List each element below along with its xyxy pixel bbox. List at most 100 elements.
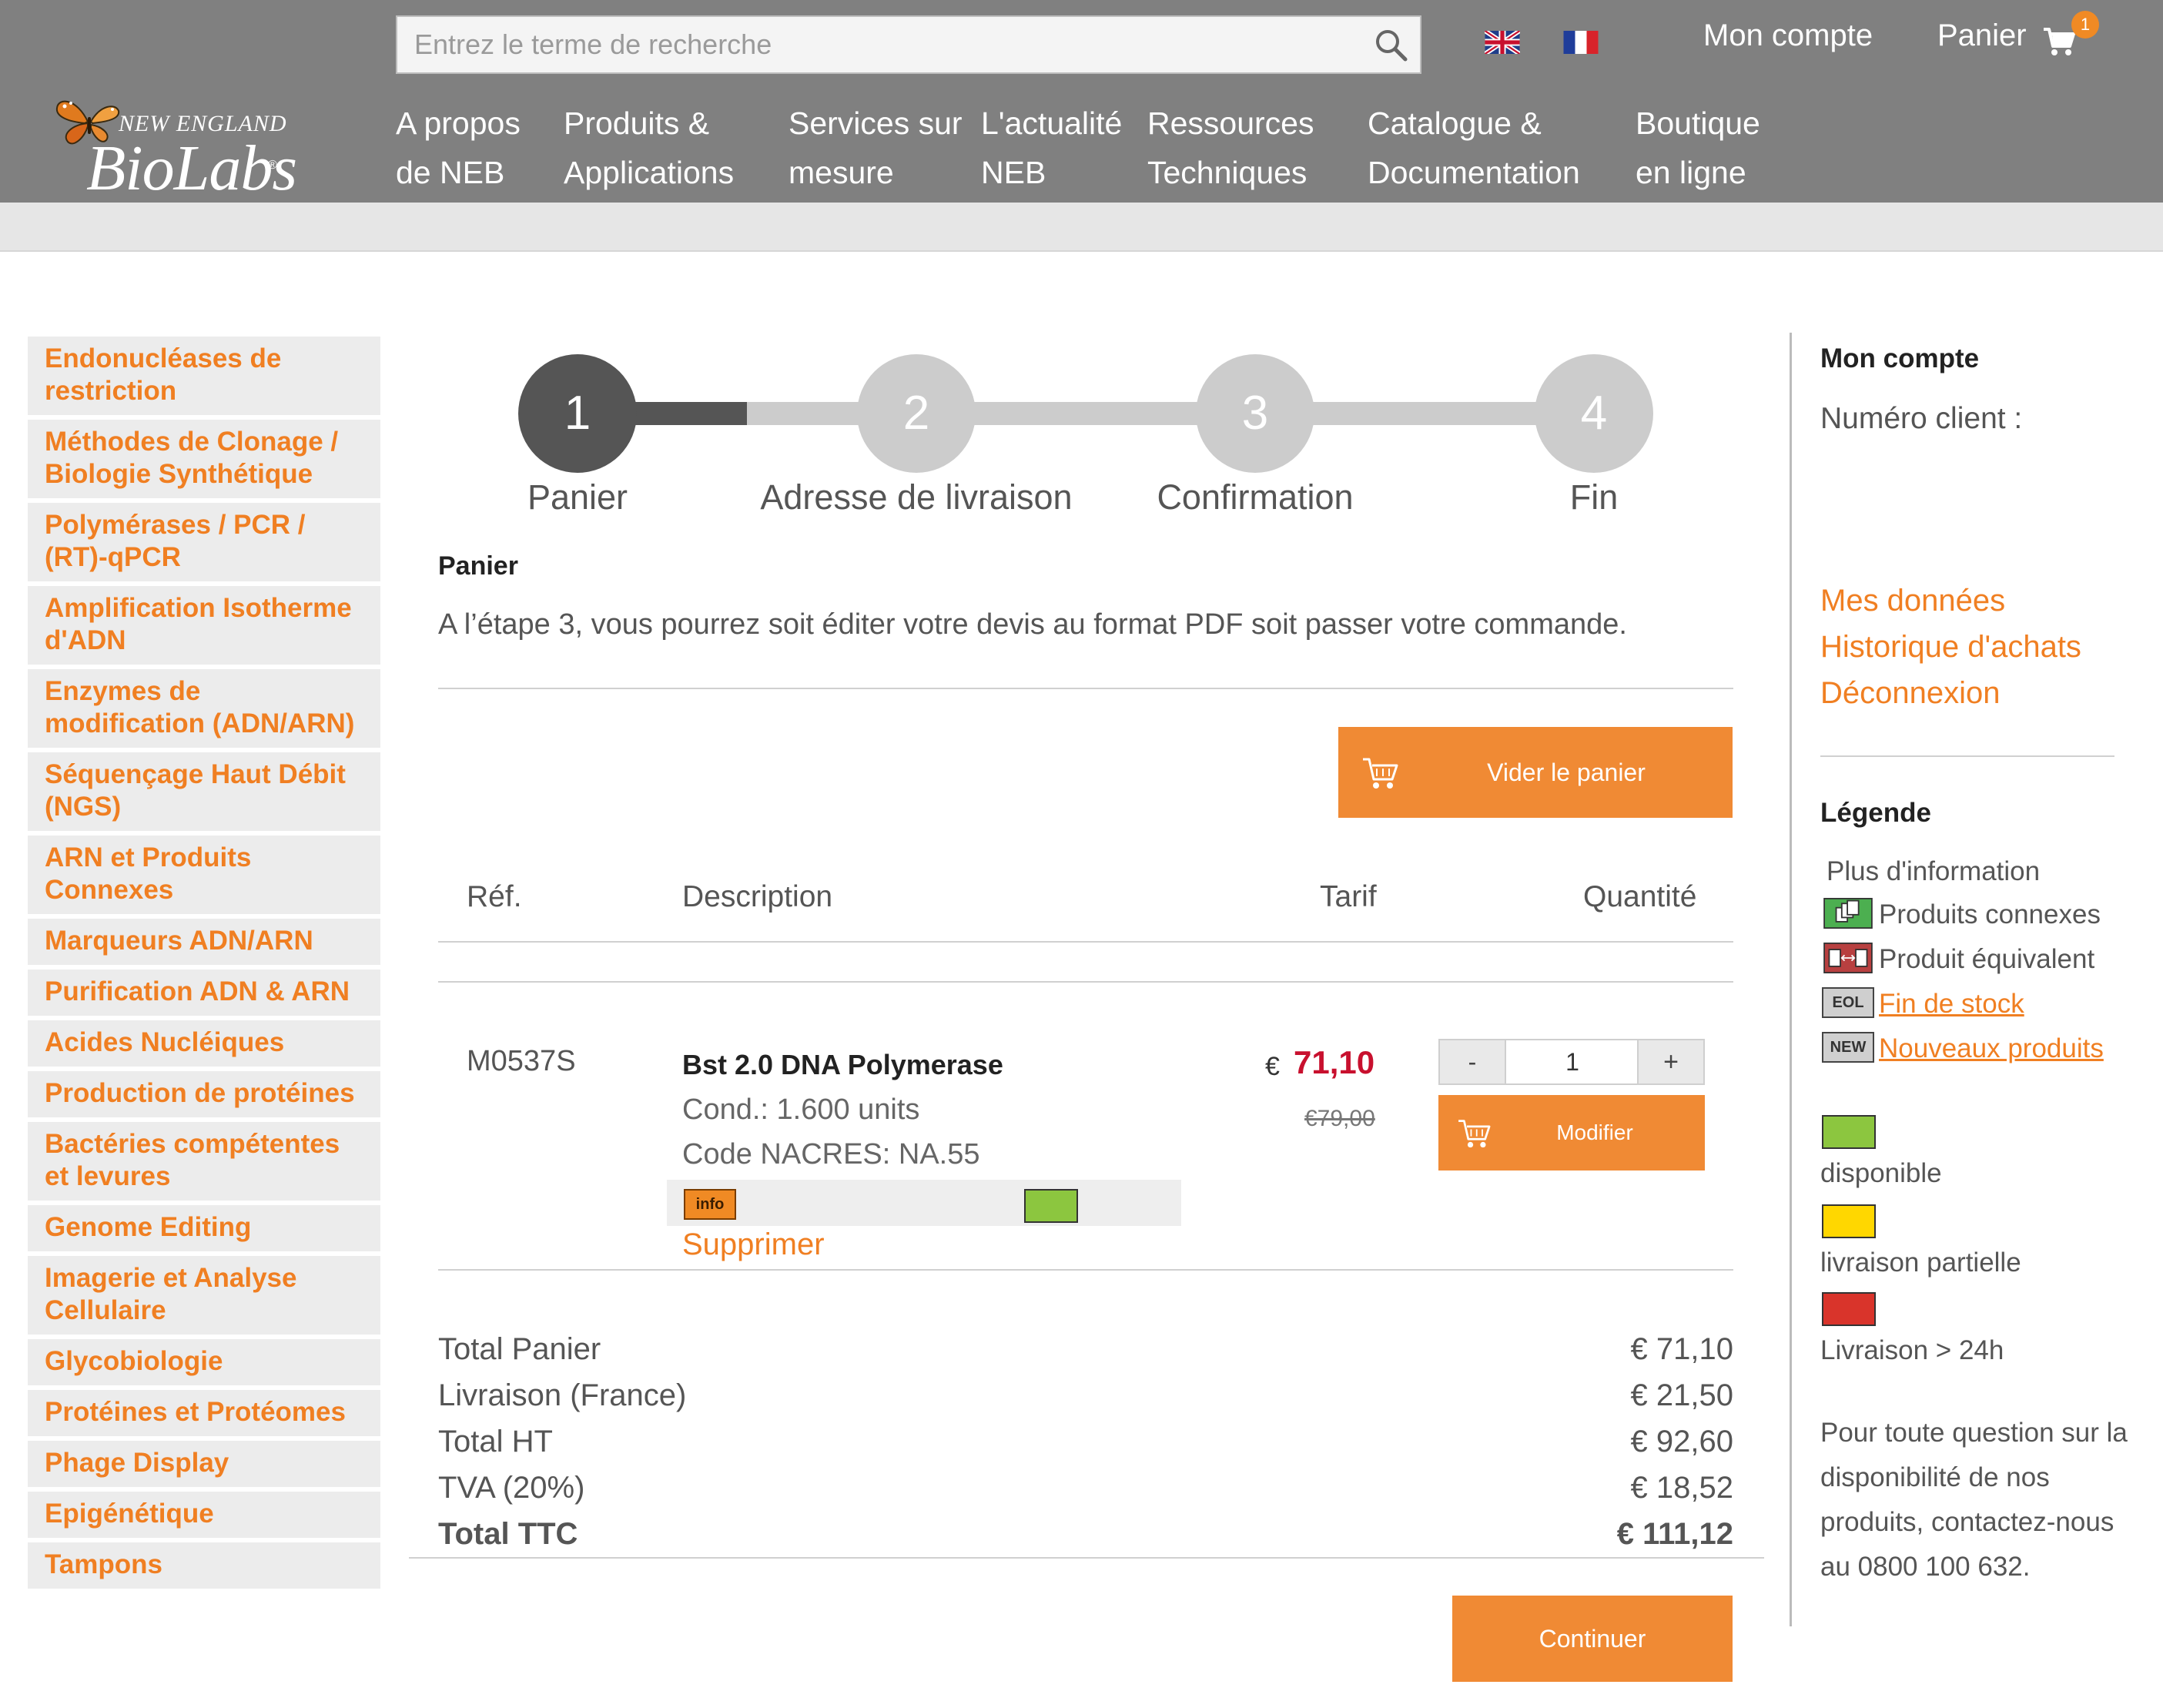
logo-line-2: BioLabs <box>86 132 297 204</box>
nav-custom-services[interactable]: Services sur mesure <box>789 99 963 197</box>
category-polymerases-pcr[interactable]: Polymérases / PCR / (RT)-qPCR <box>28 503 380 581</box>
category-modifying-enzymes[interactable]: Enzymes de modification (ADN/ARN) <box>28 669 380 748</box>
qty-decrement-button[interactable]: - <box>1440 1040 1506 1083</box>
client-number-label: Numéro client : <box>1820 402 2023 435</box>
legend-equivalent-label: Produit équivalent <box>1879 944 2095 974</box>
nav-resources-line1: Ressources <box>1147 105 1314 141</box>
cart-info-text: A l’étape 3, vous pourrez soit éditer vo… <box>438 608 1627 641</box>
item-name[interactable]: Bst 2.0 DNA Polymerase <box>682 1049 1003 1081</box>
nav-resources[interactable]: Ressources Techniques <box>1147 99 1314 197</box>
col-quantity: Quantité <box>1583 880 1697 913</box>
contact-info: Pour toute question sur la disponibilité… <box>1820 1418 2128 1582</box>
col-description: Description <box>682 880 833 913</box>
empty-cart-label: Vider le panier <box>1487 758 1646 786</box>
france-flag-icon[interactable] <box>1563 31 1599 54</box>
logout-link[interactable]: Déconnexion <box>1820 676 2001 711</box>
category-genome-editing[interactable]: Genome Editing <box>28 1205 380 1251</box>
availability-indicator <box>1024 1189 1078 1223</box>
legend-eol-link[interactable]: Fin de stock <box>1879 989 2024 1020</box>
header-account-link[interactable]: Mon compte <box>1703 18 1873 53</box>
search-icon[interactable] <box>1369 23 1412 66</box>
new-icon: NEW <box>1822 1032 1874 1063</box>
category-purification[interactable]: Purification ADN & ARN <box>28 970 380 1016</box>
equivalent-product-icon <box>1823 943 1873 973</box>
item-icon-strip <box>667 1180 1181 1226</box>
purchase-history-link[interactable]: Historique d'achats <box>1820 630 2081 665</box>
delayed-delivery-label: Livraison > 24h <box>1820 1335 2004 1365</box>
divider <box>438 1269 1733 1271</box>
summary-label: TVA (20%) <box>438 1471 585 1505</box>
nav-catalog[interactable]: Catalogue & Documentation <box>1368 99 1580 197</box>
item-nacres-code: Code NACRES: NA.55 <box>682 1138 980 1170</box>
category-phage-display[interactable]: Phage Display <box>28 1441 380 1487</box>
total-ttc-value: € 111,12 <box>1616 1517 1733 1551</box>
cart-icon <box>1458 1120 1491 1148</box>
logo-registered: ® <box>268 159 277 172</box>
legend-related-label: Produits connexes <box>1879 899 2101 929</box>
category-markers[interactable]: Marqueurs ADN/ARN <box>28 919 380 965</box>
category-isothermal-amplification[interactable]: Amplification Isotherme d'ADN <box>28 586 380 665</box>
legend-title: Légende <box>1820 798 1931 828</box>
quantity-stepper: - + <box>1438 1039 1705 1085</box>
legend-info-text: Plus d'information <box>1826 856 2041 886</box>
delayed-delivery-swatch <box>1822 1292 1876 1326</box>
qty-input[interactable] <box>1506 1040 1639 1083</box>
nav-custom-services-line2: mesure <box>789 155 894 190</box>
col-ref: Réf. <box>467 880 522 913</box>
summary-value: € 92,60 <box>1630 1425 1733 1458</box>
nav-products[interactable]: Produits & Applications <box>564 99 734 197</box>
category-nucleic-acids[interactable]: Acides Nucléiques <box>28 1020 380 1067</box>
delete-item-link[interactable]: Supprimer <box>682 1227 825 1262</box>
category-rna[interactable]: ARN et Produits Connexes <box>28 836 380 914</box>
category-restriction-endonucleases[interactable]: Endonucléases de restriction <box>28 337 380 415</box>
step-2-circle: 2 <box>857 354 976 473</box>
uk-flag-icon[interactable] <box>1485 31 1520 54</box>
nav-catalog-line1: Catalogue & <box>1368 105 1542 141</box>
nav-shop[interactable]: Boutique en ligne <box>1636 99 1760 197</box>
info-icon[interactable]: info <box>684 1189 736 1220</box>
step-4-label: Fin <box>1569 477 1619 517</box>
category-cloning[interactable]: Méthodes de Clonage / Biologie Synthétiq… <box>28 420 380 498</box>
eol-icon: EOL <box>1822 987 1874 1018</box>
divider <box>409 1557 1764 1559</box>
partial-delivery-swatch <box>1822 1204 1876 1238</box>
empty-cart-button[interactable]: Vider le panier <box>1338 727 1733 818</box>
summary-value: € 21,50 <box>1630 1378 1733 1412</box>
col-price: Tarif <box>1320 880 1377 913</box>
summary-label: Livraison (France) <box>438 1378 687 1412</box>
category-protein-production[interactable]: Production de protéines <box>28 1071 380 1117</box>
neb-logo[interactable]: NEW ENGLAND BioLabs ® <box>48 88 297 204</box>
category-glycobiology[interactable]: Glycobiologie <box>28 1339 380 1385</box>
cart-icon[interactable] <box>2042 26 2076 57</box>
summary-label: Total Panier <box>438 1332 601 1366</box>
category-ngs[interactable]: Séquençage Haut Débit (NGS) <box>28 752 380 831</box>
nav-about[interactable]: A propos de NEB <box>396 99 521 197</box>
account-title: Mon compte <box>1820 343 1980 373</box>
right-sidebar-border <box>1790 333 1792 1626</box>
search-input[interactable] <box>397 17 1352 72</box>
category-buffers[interactable]: Tampons <box>28 1542 380 1589</box>
category-competent-cells[interactable]: Bactéries compétentes et levures <box>28 1122 380 1201</box>
nav-custom-services-line1: Services sur <box>789 105 963 141</box>
step-2-label: Adresse de livraison <box>760 477 1073 517</box>
category-sidebar: Endonucléases de restriction Méthodes de… <box>28 337 380 1593</box>
category-epigenetics[interactable]: Epigénétique <box>28 1492 380 1538</box>
category-imaging[interactable]: Imagerie et Analyse Cellulaire <box>28 1256 380 1335</box>
summary-value: € 18,52 <box>1630 1471 1733 1505</box>
item-ref: M0537S <box>467 1045 576 1077</box>
nav-products-line2: Applications <box>564 155 735 190</box>
nav-news[interactable]: L'actualité NEB <box>981 99 1122 197</box>
header-cart-link[interactable]: Panier <box>1937 18 2027 53</box>
step-4-circle: 4 <box>1535 354 1653 473</box>
category-proteins[interactable]: Protéines et Protéomes <box>28 1390 380 1436</box>
nav-shop-line1: Boutique <box>1636 105 1760 141</box>
qty-increment-button[interactable]: + <box>1637 1040 1703 1083</box>
item-old-price: €79,00 <box>1304 1106 1375 1131</box>
item-price: 71,10 <box>1294 1044 1375 1080</box>
nav-about-line1: A propos <box>396 105 521 141</box>
step-1-label: Panier <box>527 477 628 517</box>
my-data-link[interactable]: Mes données <box>1820 584 2005 618</box>
legend-new-link[interactable]: Nouveaux produits <box>1879 1033 2104 1064</box>
modify-button[interactable]: Modifier <box>1438 1095 1705 1170</box>
continue-button[interactable]: Continuer <box>1452 1596 1733 1682</box>
